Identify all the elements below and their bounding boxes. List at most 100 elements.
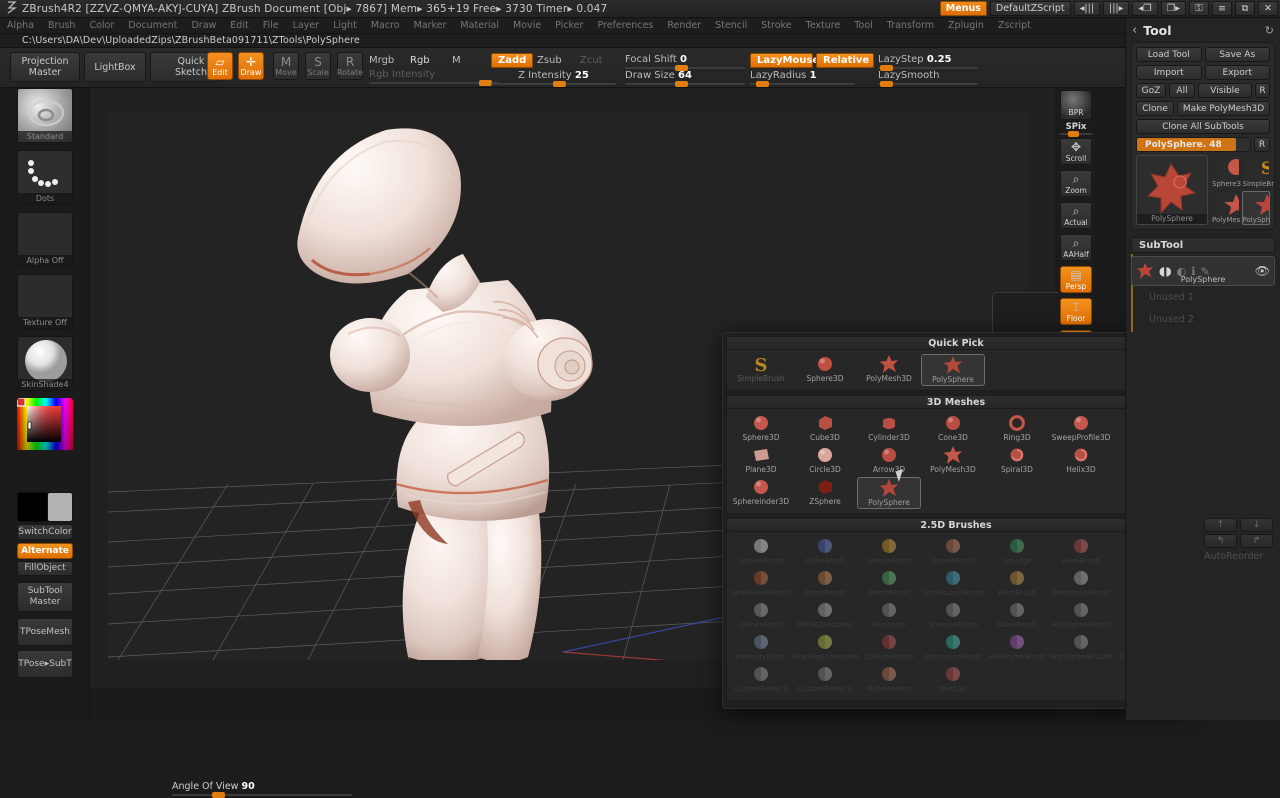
palette-item-sphere3d[interactable]: Sphere3D: [729, 413, 793, 445]
menu-item-render[interactable]: Render: [660, 18, 708, 34]
menu-item-draw[interactable]: Draw: [184, 18, 223, 34]
palette-item-cylinder3d[interactable]: Cylinder3D: [857, 413, 921, 445]
menu-item-preferences[interactable]: Preferences: [590, 18, 660, 34]
aahalf-button[interactable]: ⌕ AAHalf: [1060, 234, 1092, 261]
subtool-unused-2[interactable]: Unused 2: [1131, 308, 1275, 330]
restore-button[interactable]: ⧉: [1235, 1, 1255, 16]
palette-item-multimarkers[interactable]: MultiMarkers: [857, 664, 921, 696]
goz-button[interactable]: GoZ: [1136, 83, 1166, 98]
switch-color-button[interactable]: SwitchColor: [17, 524, 73, 540]
close-icon[interactable]: ✕: [1258, 1, 1278, 16]
r-button[interactable]: R: [1255, 83, 1270, 98]
palette-item-matcap[interactable]: MatCap: [921, 664, 985, 696]
floor-button[interactable]: ⌶ Floor: [1060, 298, 1092, 325]
save-as-button[interactable]: Save As: [1204, 47, 1270, 62]
palette-item-paintbrush[interactable]: PaintBrush: [985, 568, 1049, 600]
palette-item-blurbrush[interactable]: BlurBrush: [857, 600, 921, 632]
edit-button[interactable]: ▱ Edit: [207, 52, 233, 80]
persp-button[interactable]: ▤ Persp: [1060, 266, 1092, 293]
palette-item-spiral3d[interactable]: Spiral3D: [985, 445, 1049, 477]
zscript-button[interactable]: DefaultZScript: [989, 1, 1071, 16]
alpha-swatch[interactable]: Alpha Off: [17, 212, 73, 267]
move-out-button[interactable]: ↰: [1204, 534, 1237, 548]
minimize-button[interactable]: ≡: [1212, 1, 1232, 16]
menu-item-file[interactable]: File: [256, 18, 286, 34]
palette-item-sweepprofile3d[interactable]: SweepProfile3D: [1049, 413, 1113, 445]
palette-item-plane3d[interactable]: Plane3D: [729, 445, 793, 477]
next-script-button[interactable]: |||▸: [1103, 1, 1130, 16]
auto-reorder-label[interactable]: AutoReorder: [1204, 551, 1276, 562]
palette-item-helix3d[interactable]: Helix3D: [1049, 445, 1113, 477]
import-button[interactable]: Import: [1136, 65, 1202, 80]
menu-item-transform[interactable]: Transform: [880, 18, 941, 34]
menu-item-stroke[interactable]: Stroke: [754, 18, 798, 34]
menu-item-color[interactable]: Color: [82, 18, 121, 34]
palette-item-hueshifterbrush[interactable]: HueShifterBrush: [985, 632, 1049, 664]
focal-shift-slider[interactable]: Focal Shift 0: [625, 54, 745, 71]
palette-item-mrgbzgrabber[interactable]: MRGBZGrabber: [793, 600, 857, 632]
palette-item-polysphere[interactable]: PolySphere: [857, 477, 921, 509]
palette-item-noisebrush[interactable]: NoiseBrush: [985, 600, 1049, 632]
reset-icon[interactable]: ↻: [1265, 24, 1274, 37]
palette-item-eraserbrush[interactable]: EraserBrush: [921, 536, 985, 568]
brush-swatch[interactable]: Standard: [17, 88, 73, 143]
subtool-master-button[interactable]: SubTool Master: [17, 582, 73, 612]
palette-item-clonerbrush[interactable]: ClonerBrush: [729, 600, 793, 632]
visible-button[interactable]: Visible: [1198, 83, 1252, 98]
palette-item-customfisher--v[interactable]: CustomFisher V: [793, 664, 857, 696]
tpose-subt-button[interactable]: TPose▸SubT: [17, 650, 73, 678]
menu-item-material[interactable]: Material: [453, 18, 506, 34]
clone-all-subtools-button[interactable]: Clone All SubTools: [1136, 119, 1270, 134]
m-toggle[interactable]: M: [452, 55, 461, 66]
material-swatch[interactable]: SkinShade4: [17, 336, 73, 391]
export-button[interactable]: Export: [1204, 65, 1270, 80]
zadd-toggle[interactable]: Zadd: [491, 53, 534, 68]
menu-item-texture[interactable]: Texture: [799, 18, 848, 34]
zsub-toggle[interactable]: Zsub: [537, 55, 562, 66]
stroke-swatch[interactable]: Dots: [17, 150, 73, 205]
palette-item-alphabrush[interactable]: AlphaBrush: [793, 536, 857, 568]
palette-item-highlighterbrush[interactable]: HighlighterBrush: [1049, 600, 1113, 632]
all-button[interactable]: All: [1169, 83, 1195, 98]
move-in-button[interactable]: ↱: [1240, 534, 1274, 548]
rgb-toggle[interactable]: Rgb: [410, 55, 430, 66]
palette-item-simplebrush[interactable]: SimpleBrush: [857, 536, 921, 568]
fill-object-button[interactable]: FillObject: [17, 561, 73, 576]
menu-item-layer[interactable]: Layer: [286, 18, 327, 34]
prev-window-button[interactable]: ◂❐: [1132, 1, 1158, 16]
color-picker[interactable]: [17, 398, 73, 452]
palette-item-arrow3d[interactable]: Arrow3D: [857, 445, 921, 477]
menu-item-stencil[interactable]: Stencil: [708, 18, 754, 34]
scale-button[interactable]: S Scale: [305, 52, 331, 80]
tool-mini-sphere3d[interactable]: Sphere3: [1211, 155, 1244, 189]
next-window-button[interactable]: ❐▸: [1160, 1, 1186, 16]
bpr-button[interactable]: BPR: [1060, 90, 1092, 120]
menu-item-zscript[interactable]: Zscript: [991, 18, 1038, 34]
tpose-mesh-button[interactable]: TPoseMesh: [17, 618, 73, 646]
palette-item-spherebrush[interactable]: SphereBrush: [729, 536, 793, 568]
tool-mini-polymesh3d[interactable]: PolyMes: [1211, 191, 1248, 225]
tool-mini-simplebrush[interactable]: S SimpleBr: [1241, 155, 1274, 189]
move-down-button[interactable]: ↓: [1240, 518, 1274, 532]
lazy-mouse-toggle[interactable]: LazyMouse: [750, 53, 819, 68]
menu-item-light[interactable]: Light: [326, 18, 364, 34]
lazy-smooth-slider[interactable]: LazySmooth: [878, 70, 978, 87]
palette-item-simplebrush[interactable]: S SimpleBrush: [729, 354, 793, 386]
palette-item-singlelayerbrush[interactable]: SingleLayerBrush: [921, 568, 985, 600]
menu-item-macro[interactable]: Macro: [364, 18, 407, 34]
palette-item-sharpenbrush[interactable]: SharpenBrush: [921, 600, 985, 632]
draw-button[interactable]: ✛ Draw: [238, 52, 264, 80]
rotate-button[interactable]: R Rotate: [337, 52, 363, 80]
back-chevron-icon[interactable]: ‹: [1132, 23, 1137, 38]
palette-item-hookbrush[interactable]: HookBrush: [1049, 536, 1113, 568]
relative-toggle[interactable]: Relative: [816, 53, 874, 68]
palette-item-bumpbrush[interactable]: BumpBrush: [793, 568, 857, 600]
menu-item-document[interactable]: Document: [121, 18, 184, 34]
prev-script-button[interactable]: ◂|||: [1073, 1, 1101, 16]
palette-item-snakehookbrush[interactable]: SnakeHookBrush: [729, 568, 793, 600]
palette-item-colorizebrush[interactable]: ColorizeBrush: [857, 632, 921, 664]
subtool-row-polysphere[interactable]: ◖◗ ◐ ℹ ✎ 👁 PolySphere: [1131, 256, 1275, 286]
draw-size-slider[interactable]: Draw Size 64: [625, 70, 745, 87]
tool-popup-palette[interactable]: Quick Pick S SimpleBrush Sphere3D PolyMesh3D…: [722, 332, 1190, 709]
palette-item-polymesh3d[interactable]: PolyMesh3D: [921, 445, 985, 477]
